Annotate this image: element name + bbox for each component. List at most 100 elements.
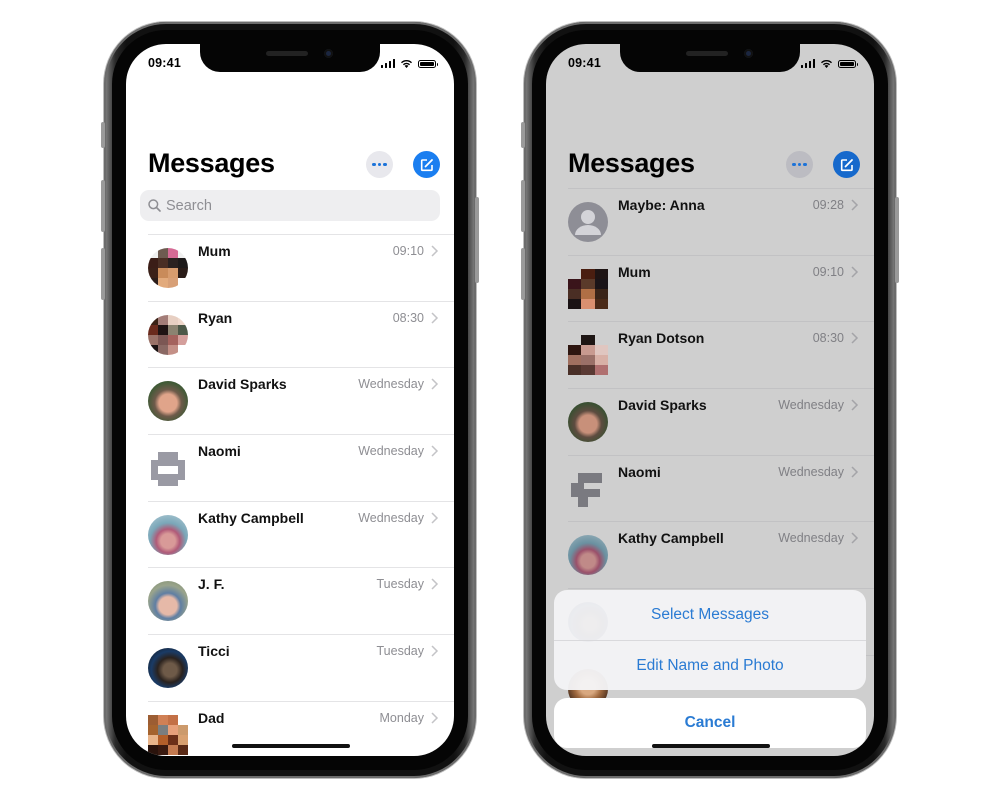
contact-name: Kathy Campbell [198, 509, 304, 526]
avatar [568, 268, 608, 309]
avatar [148, 581, 188, 622]
status-time: 09:41 [568, 56, 601, 70]
timestamp: Tuesday [376, 577, 424, 592]
chevron-right-icon [851, 466, 859, 478]
contact-name: Ryan Dotson [618, 330, 705, 347]
ellipsis-icon [792, 162, 796, 167]
timestamp: Wednesday [778, 398, 844, 413]
chevron-right-icon [851, 399, 859, 411]
timestamp: Monday [379, 710, 424, 725]
status-bar: 09:41 [126, 56, 454, 72]
timestamp: 09:28 [812, 198, 844, 212]
timestamp: Wednesday [358, 444, 424, 459]
mute-switch [521, 122, 525, 148]
conversation-row[interactable]: Naomi Wednesday [546, 454, 874, 522]
avatar [568, 402, 608, 443]
battery-icon [418, 60, 438, 68]
volume-down-button [521, 248, 525, 300]
home-indicator[interactable] [232, 744, 350, 748]
search-input[interactable]: Search [140, 190, 440, 221]
timestamp: Wednesday [358, 510, 424, 525]
home-indicator[interactable] [652, 744, 770, 748]
conversation-row[interactable]: Kathy Campbell Wednesday [546, 521, 874, 588]
timestamp: Wednesday [778, 531, 844, 546]
chevron-right-icon [431, 512, 439, 524]
timestamp: 08:30 [812, 331, 844, 346]
wifi-icon [821, 60, 832, 68]
page-title: Messages [568, 148, 695, 178]
conversation-row[interactable]: Maybe: Anna 09:28 [546, 188, 874, 255]
screen: 09:41 Messages Maybe: Anna 09:28 Mum 09:… [546, 44, 874, 756]
volume-up-button [521, 180, 525, 232]
side-button [475, 197, 479, 283]
default-person-icon [568, 202, 608, 242]
avatar [148, 381, 188, 422]
chevron-right-icon [851, 266, 859, 278]
contact-name: Dad [198, 709, 225, 726]
timestamp: Wednesday [778, 464, 844, 479]
compose-icon [420, 158, 433, 171]
avatar [568, 535, 608, 576]
avatar [148, 448, 188, 488]
compose-button[interactable] [833, 151, 860, 178]
chevron-right-icon [431, 312, 439, 324]
mute-switch [101, 122, 105, 148]
signal-icon [380, 59, 395, 68]
conversation-row[interactable]: Mum 09:10 [546, 254, 874, 322]
conversation-row[interactable]: Kathy Campbell Wednesday [126, 500, 454, 568]
page-title: Messages [148, 148, 275, 178]
conversation-row[interactable]: Naomi Wednesday [126, 434, 454, 501]
conversation-row[interactable]: J. F. Tuesday [126, 567, 454, 634]
conversation-list: Mum 09:10 Ryan 08:30 David Sparks Wednes… [126, 234, 454, 756]
avatar [148, 714, 188, 755]
contact-name: Naomi [618, 463, 661, 480]
search-icon [148, 199, 161, 212]
more-button[interactable] [786, 151, 813, 178]
chevron-right-icon [431, 445, 439, 457]
contact-name: David Sparks [618, 397, 707, 414]
contact-name: Kathy Campbell [618, 530, 724, 547]
conversation-row[interactable]: Ticci Tuesday [126, 634, 454, 701]
contact-name: Mum [618, 263, 651, 280]
avatar [148, 648, 188, 689]
search-placeholder: Search [166, 197, 212, 214]
conversation-row[interactable]: Mum 09:10 [126, 234, 454, 301]
avatar [568, 469, 608, 509]
timestamp: Tuesday [376, 644, 424, 659]
conversation-row[interactable]: Ryan 08:30 [126, 300, 454, 368]
timestamp: Wednesday [358, 377, 424, 392]
compose-button[interactable] [413, 151, 440, 178]
wifi-icon [401, 60, 412, 68]
chevron-right-icon [851, 532, 859, 544]
cancel-button[interactable]: Cancel [554, 698, 866, 748]
contact-name: Maybe: Anna [618, 197, 705, 213]
status-bar: 09:41 [546, 56, 874, 72]
contact-name: Ticci [198, 643, 230, 660]
chevron-right-icon [851, 332, 859, 344]
volume-up-button [101, 180, 105, 232]
conversation-row[interactable]: David Sparks Wednesday [126, 367, 454, 434]
battery-icon [838, 60, 858, 68]
conversation-row[interactable]: Ryan Dotson 08:30 [546, 321, 874, 388]
select-messages-button[interactable]: Select Messages [554, 590, 866, 640]
compose-icon [840, 158, 853, 171]
conversation-row[interactable]: David Sparks Wednesday [546, 388, 874, 455]
edit-name-and-photo-button[interactable]: Edit Name and Photo [554, 640, 866, 690]
side-button [895, 197, 899, 283]
more-button[interactable] [366, 151, 393, 178]
phone-left: 09:41 Messages Search Mum 09:10 Ryan 08:… [101, 22, 479, 778]
timestamp: 08:30 [392, 310, 424, 325]
volume-down-button [101, 248, 105, 300]
chevron-right-icon [431, 712, 439, 724]
action-sheet-group: Select Messages Edit Name and Photo [554, 590, 866, 690]
contact-name: J. F. [198, 576, 225, 593]
contact-name: Ryan [198, 309, 233, 326]
avatar [568, 335, 608, 376]
chevron-right-icon [431, 245, 439, 257]
avatar [148, 314, 188, 355]
chevron-right-icon [431, 378, 439, 390]
chevron-right-icon [431, 645, 439, 657]
ellipsis-icon [372, 162, 376, 167]
contact-name: Naomi [198, 443, 241, 460]
status-time: 09:41 [148, 56, 181, 70]
